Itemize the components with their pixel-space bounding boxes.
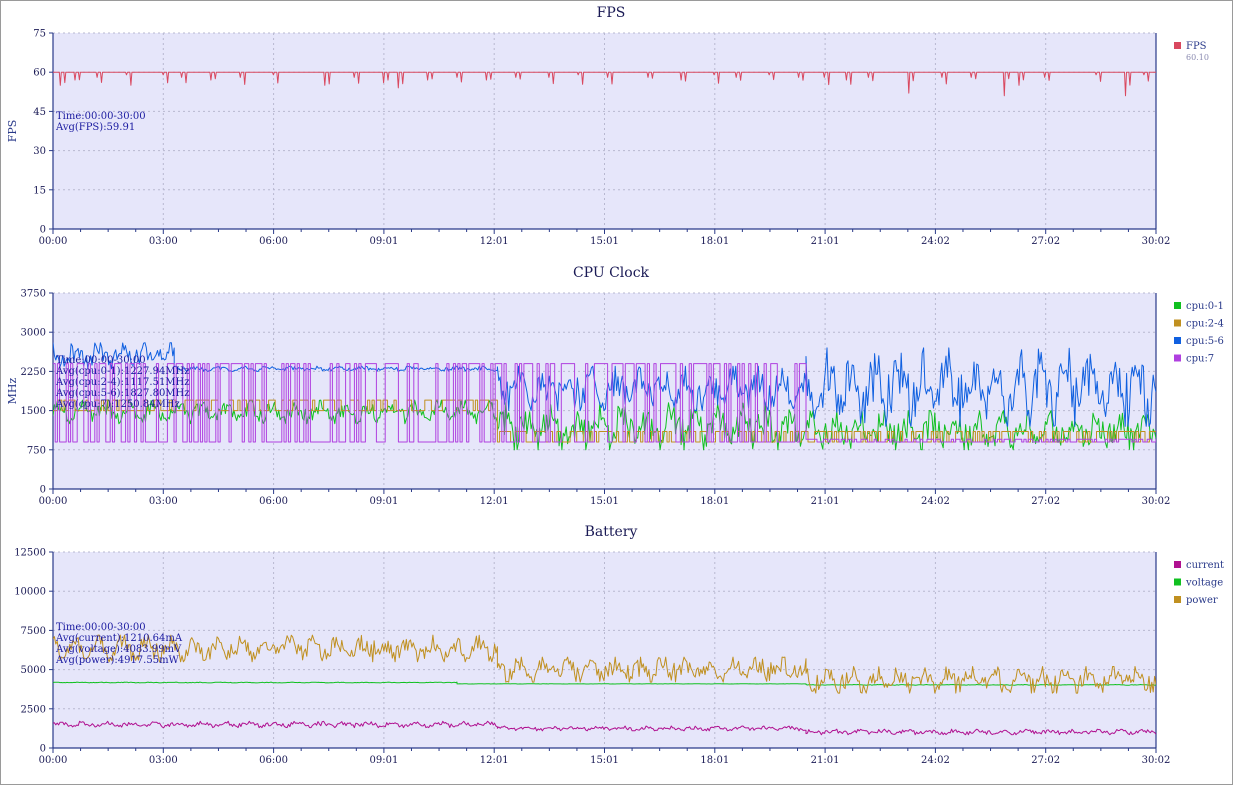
y-tick-label: 75: [33, 29, 46, 40]
x-tick-label: 18:01: [700, 755, 729, 766]
y-axis-label: FPS: [6, 120, 19, 143]
x-tick-label: 03:00: [149, 755, 178, 766]
y-tick-label: 60: [33, 68, 46, 79]
x-tick-label: 18:01: [700, 496, 729, 507]
y-tick-label: 3750: [21, 289, 46, 300]
y-tick-label: 15: [33, 185, 46, 196]
x-tick-label: 09:01: [369, 496, 398, 507]
legend-swatch: [1174, 596, 1181, 603]
x-tick-label: 03:00: [149, 496, 178, 507]
x-tick-label: 12:01: [480, 236, 509, 247]
x-tick-label: 03:00: [149, 236, 178, 247]
chart-annotation: Time:00:00-30:00: [56, 622, 146, 633]
chart-annotation: Avg(cpu:7):1250.84MHz: [55, 399, 180, 410]
x-tick-label: 09:01: [369, 236, 398, 247]
x-tick-label: 30:02: [1142, 755, 1171, 766]
x-tick-label: 30:02: [1142, 236, 1171, 247]
y-tick-label: 0: [40, 485, 46, 496]
legend-label: cpu:0-1: [1186, 301, 1224, 312]
x-tick-label: 21:01: [811, 755, 840, 766]
x-tick-label: 27:02: [1031, 496, 1060, 507]
x-tick-label: 12:01: [480, 496, 509, 507]
chart-annotation: Avg(current):1210.64mA: [55, 633, 183, 644]
y-tick-label: 0: [40, 744, 46, 755]
y-tick-label: 2500: [21, 704, 46, 715]
legend-label: current: [1186, 560, 1224, 571]
x-tick-label: 21:01: [811, 236, 840, 247]
y-tick-label: 30: [33, 146, 46, 157]
x-tick-label: 24:02: [921, 236, 950, 247]
y-tick-label: 45: [33, 107, 46, 118]
chart-annotation: Avg(FPS):59.91: [55, 122, 135, 133]
chart-annotation: Avg(cpu:2-4):1117.51MHz: [55, 377, 190, 388]
legend-label: cpu:5-6: [1186, 336, 1224, 347]
y-tick-label: 3000: [21, 328, 46, 339]
legend-subtitle: 60.10: [1186, 53, 1209, 62]
legend-label: voltage: [1185, 578, 1223, 589]
y-tick-label: 750: [27, 445, 46, 456]
y-tick-label: 12500: [14, 548, 46, 559]
x-tick-label: 24:02: [921, 755, 950, 766]
chart-annotation: Avg(voltage):4083.99mV: [55, 644, 182, 655]
x-tick-label: 18:01: [700, 236, 729, 247]
x-tick-label: 30:02: [1142, 496, 1171, 507]
x-tick-label: 06:00: [259, 236, 288, 247]
legend-label: cpu:7: [1186, 354, 1214, 365]
x-tick-label: 06:00: [259, 755, 288, 766]
legend-swatch: [1174, 319, 1181, 327]
legend-swatch: [1174, 302, 1181, 309]
chart-annotation: Time:00:00-30:00: [56, 111, 146, 122]
x-tick-label: 27:02: [1031, 236, 1060, 247]
legend-swatch: [1174, 337, 1181, 344]
legend-label: FPS: [1186, 41, 1207, 52]
y-tick-label: 7500: [21, 626, 46, 637]
y-tick-label: 10000: [14, 587, 46, 598]
x-tick-label: 27:02: [1031, 755, 1060, 766]
x-tick-label: 00:00: [39, 755, 68, 766]
chart-annotation: Avg(power):4917.55mW: [55, 655, 180, 666]
y-tick-label: 0: [40, 225, 46, 236]
legend-label: power: [1186, 595, 1218, 606]
chart-title: Battery: [585, 524, 638, 540]
legend-swatch: [1174, 354, 1181, 362]
y-tick-label: 1500: [21, 406, 46, 417]
x-tick-label: 21:01: [811, 496, 840, 507]
y-tick-label: 5000: [21, 665, 46, 676]
x-tick-label: 15:01: [590, 755, 619, 766]
legend-swatch: [1174, 561, 1181, 568]
chart-page: FPS 0 15 30 45 60 75 00:00 03:00 06:00 09:01 12:01 1…: [0, 0, 1233, 785]
legend-label: cpu:2-4: [1186, 319, 1224, 330]
y-tick-label: 2250: [21, 367, 46, 378]
x-tick-label: 24:02: [921, 496, 950, 507]
chart-2: Battery 0 2500 5000 7500 10000 12500 00:00 03:00…: [14, 524, 1224, 766]
chart-title: CPU Clock: [573, 265, 650, 281]
charts-canvas: FPS 0 15 30 45 60 75 00:00 03:00 06:00 09:01 12:01 1…: [6, 5, 1224, 766]
x-tick-label: 15:01: [590, 236, 619, 247]
x-tick-label: 12:01: [480, 755, 509, 766]
chart-annotation: Time:00:00-30:00: [56, 355, 146, 366]
chart-annotation: Avg(cpu:0-1):1227.94MHz: [55, 366, 190, 377]
x-tick-label: 15:01: [590, 496, 619, 507]
legend-swatch: [1174, 42, 1181, 49]
chart-1: CPU Clock 0 750 1500 2250 3000 3750 00:00 03:00 0…: [6, 265, 1224, 507]
chart-annotation: Avg(cpu:5-6):1827.80MHz: [55, 388, 190, 399]
x-tick-label: 00:00: [39, 236, 68, 247]
chart-0: FPS 0 15 30 45 60 75 00:00 03:00 06:00 09:01 12:01 1…: [6, 5, 1209, 247]
x-tick-label: 09:01: [369, 755, 398, 766]
x-tick-label: 00:00: [39, 496, 68, 507]
x-tick-label: 06:00: [259, 496, 288, 507]
chart-title: FPS: [597, 5, 626, 21]
legend-swatch: [1174, 578, 1181, 586]
y-axis-label: MHz: [6, 377, 19, 404]
